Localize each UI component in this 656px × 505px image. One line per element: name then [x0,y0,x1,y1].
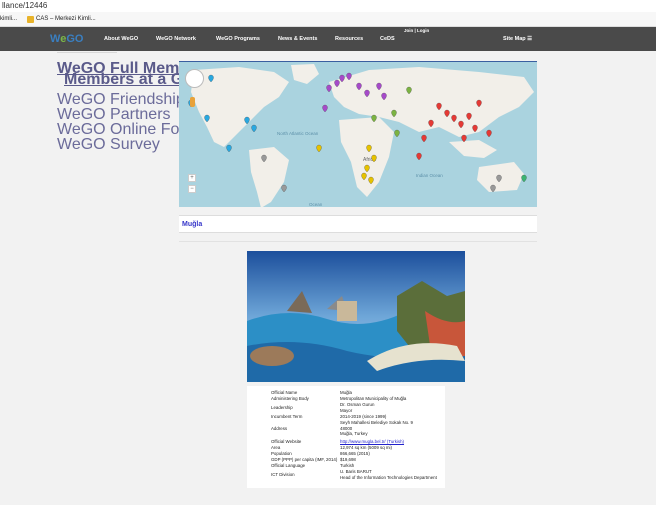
info-key: Official Website [271,439,302,444]
official-website-link[interactable]: http://www.mugla.bel.tr/ (Turkish) [340,439,404,444]
join-login-link[interactable]: Join | Login [404,28,429,33]
map-label: Ocean [309,202,323,207]
city-header-card: Muğla [179,215,537,233]
map-pin-icon[interactable] [416,152,422,161]
greenland-land [291,64,319,84]
map-pin-icon[interactable] [281,184,287,193]
map-pin-icon[interactable] [322,104,328,113]
north-america-land [191,67,289,147]
map-pin-icon[interactable] [316,144,322,153]
nav-about[interactable]: About WeGO [104,36,156,42]
site-map-button[interactable]: Site Map ☰ [503,36,532,42]
map-label: Indian Ocean [416,173,443,178]
nav-network[interactable]: WeGO Network [156,36,216,42]
bookmark-item[interactable]: kimli... [0,12,17,27]
nav-news[interactable]: News & Events [278,36,335,42]
nav-ceds[interactable]: CeDS [380,36,395,42]
map-pin-icon[interactable] [486,129,492,138]
info-value: Muğla, Turkey [340,431,368,437]
cas-icon [27,15,34,23]
bookmarks-bar: kimli... CAS – Merkezi Kimli... [0,12,656,27]
info-key: Address [271,426,288,431]
info-value: Turkish [340,463,355,468]
map-pin-icon[interactable] [226,144,232,153]
south-america-land [249,147,289,207]
map-pin-icon[interactable] [394,129,400,138]
info-value: Head of the Information Technologies Dep… [340,474,437,480]
info-key: GDP (PPP) per capita (IMF, 2014) [271,457,338,462]
info-key: Official Language [271,463,306,468]
wego-logo[interactable]: WeGO [50,33,83,45]
sidebar-divider [57,52,117,53]
map-pin-icon[interactable] [251,124,257,133]
world-map[interactable]: North Atlantic Ocean Africa Indian Ocean… [179,61,537,207]
content-divider [179,241,537,242]
map-pin-icon[interactable] [521,174,527,183]
map-label: North Atlantic Ocean [277,131,319,136]
info-key: Official Name [271,390,298,395]
bookmark-item[interactable]: CAS – Merkezi Kimli... [27,12,96,27]
info-value: 2014-2019 (since 1999) [340,414,387,419]
info-value: 12,974 sq km (5009 sq mi) [340,445,392,450]
info-key: Administering Body [271,396,309,401]
bookmark-label: kimli... [0,15,17,22]
map-graphic: North Atlantic Ocean Africa Indian Ocean… [188,64,534,207]
se-asia-land [449,140,497,158]
main-nav: About WeGO WeGO Network WeGO Programs Ne… [104,36,395,42]
info-value: Metropolitan Municipality of Muğla [340,396,407,401]
zoom-out-button[interactable]: − [188,185,196,193]
zoom-in-button[interactable]: + [188,174,196,182]
city-title: Muğla [182,221,203,228]
city-info-table: Official Name Muğla Administering Body M… [247,386,445,488]
info-key: Leadership [271,405,293,410]
info-key: Population [271,451,292,456]
info-key: ICT Division [271,472,295,477]
info-value: 866,665 (2015) [340,451,370,456]
nav-programs[interactable]: WeGO Programs [216,36,278,42]
info-key: Area [271,445,281,450]
map-pin-icon[interactable] [421,134,427,143]
url-text: llance/12446 [2,1,48,10]
info-key: Incumbent Term [271,414,303,419]
bookmark-label: CAS – Merkezi Kimli... [36,15,96,22]
city-photo [247,251,465,382]
street-view-pegman-icon[interactable] [190,97,195,107]
info-value: $19,698 [340,457,356,462]
map-pan-control[interactable] [185,69,204,88]
info-value: Mayor [340,407,353,413]
site-header: Join | Login WeGO About WeGO WeGO Networ… [0,27,656,51]
sidebar-item-survey[interactable]: WeGO Survey [57,136,160,154]
map-pin-icon[interactable] [326,84,332,93]
address-bar[interactable]: llance/12446 [0,0,656,12]
info-value: Muğla [340,390,352,395]
nav-resources[interactable]: Resources [335,36,380,42]
